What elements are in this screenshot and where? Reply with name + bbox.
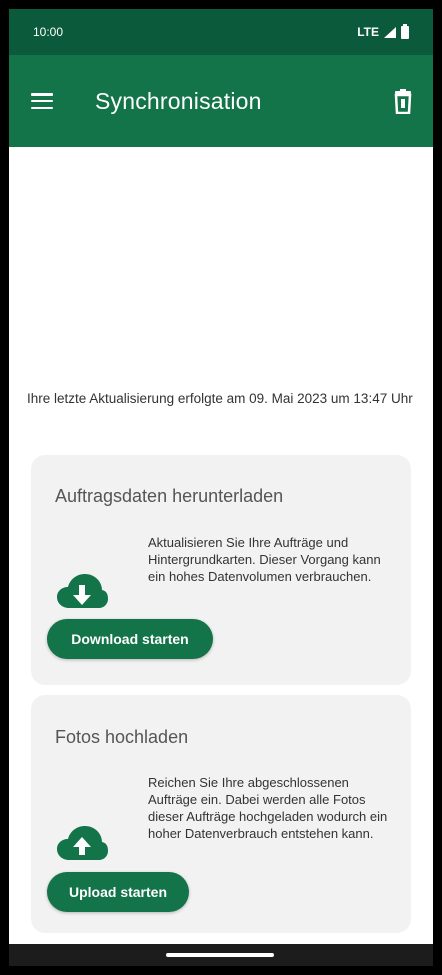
home-indicator[interactable] bbox=[166, 953, 274, 957]
upload-card-title: Fotos hochladen bbox=[55, 727, 189, 747]
cloud-download-icon bbox=[55, 572, 109, 612]
battery-icon bbox=[401, 23, 409, 39]
last-update-text: Ihre letzte Aktualisierung erfolgte am 0… bbox=[27, 391, 413, 406]
network-type: LTE bbox=[357, 25, 379, 39]
status-time: 10:00 bbox=[33, 25, 64, 39]
system-navigation-bar bbox=[9, 944, 433, 966]
menu-icon-line bbox=[31, 93, 53, 96]
main-content: Ihre letzte Aktualisierung erfolgte am 0… bbox=[9, 147, 433, 943]
upload-card: Fotos hochladen Reichen Sie Ihre abgesch… bbox=[31, 695, 411, 933]
status-icons: LTE bbox=[357, 23, 409, 39]
cloud-upload-icon bbox=[55, 824, 109, 864]
download-start-button[interactable]: Download starten bbox=[47, 619, 213, 659]
upload-card-description: Reichen Sie Ihre abgeschlossenen Aufträg… bbox=[148, 775, 388, 841]
signal-icon bbox=[384, 26, 396, 38]
app-bar: Synchronisation bbox=[9, 55, 433, 147]
phone-screen: 10:00 LTE Synchronisation Ihre letzte Ak… bbox=[9, 9, 433, 966]
status-bar: 10:00 LTE bbox=[9, 9, 433, 55]
menu-icon-line bbox=[31, 99, 53, 103]
page-title: Synchronisation bbox=[95, 87, 262, 114]
menu-icon[interactable] bbox=[31, 93, 53, 109]
download-card-title: Auftragsdaten herunterladen bbox=[55, 486, 284, 506]
menu-icon-line bbox=[31, 106, 53, 109]
download-card-description: Aktualisieren Sie Ihre Aufträge und Hint… bbox=[148, 535, 381, 584]
download-card: Auftragsdaten herunterladen Aktualisiere… bbox=[31, 455, 411, 685]
trash-icon[interactable] bbox=[391, 87, 415, 115]
upload-start-button[interactable]: Upload starten bbox=[47, 872, 189, 912]
